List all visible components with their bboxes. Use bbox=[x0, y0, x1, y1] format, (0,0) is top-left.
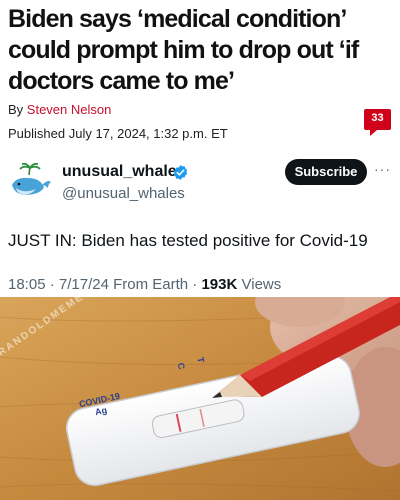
meta-separator: · bbox=[45, 276, 59, 293]
tweet-source: From Earth bbox=[113, 276, 189, 293]
article-byline: By Steven Nelson bbox=[8, 102, 111, 117]
whale-icon bbox=[12, 162, 51, 195]
meta-separator: · bbox=[188, 276, 202, 293]
avatar[interactable] bbox=[6, 161, 54, 209]
tweet-meta: 18:05 · 7/17/24 From Earth · 193K Views bbox=[8, 276, 281, 293]
tweet-text: JUST IN: Biden has tested positive for C… bbox=[8, 231, 368, 250]
tweet-card: unusual_whales @unusual_whales Subscribe… bbox=[0, 147, 400, 297]
marker-c: C bbox=[175, 361, 187, 371]
tweet-time[interactable]: 18:05 bbox=[8, 276, 46, 293]
covid-test-photo[interactable]: COVID-19 Ag C T GRANDOLDMEMES bbox=[0, 297, 400, 500]
tweet-date[interactable]: 7/17/24 bbox=[59, 276, 109, 293]
views-count: 193K bbox=[201, 276, 238, 293]
author-link[interactable]: Steven Nelson bbox=[27, 102, 112, 117]
comment-count-badge[interactable]: 33 bbox=[364, 109, 391, 136]
article-headline[interactable]: Biden says ‘medical condition’ could pro… bbox=[8, 4, 396, 97]
subscribe-button[interactable]: Subscribe bbox=[285, 159, 367, 185]
more-icon[interactable]: ··· bbox=[374, 161, 391, 177]
views-label: Views bbox=[241, 276, 282, 293]
verified-badge-icon bbox=[173, 165, 188, 180]
byline-prefix: By bbox=[8, 102, 27, 117]
article-header: Biden says ‘medical condition’ could pro… bbox=[0, 0, 400, 147]
published-date: Published July 17, 2024, 1:32 p.m. ET bbox=[8, 126, 228, 141]
user-handle[interactable]: @unusual_whales bbox=[62, 185, 185, 202]
display-name[interactable]: unusual_whales bbox=[62, 163, 186, 181]
